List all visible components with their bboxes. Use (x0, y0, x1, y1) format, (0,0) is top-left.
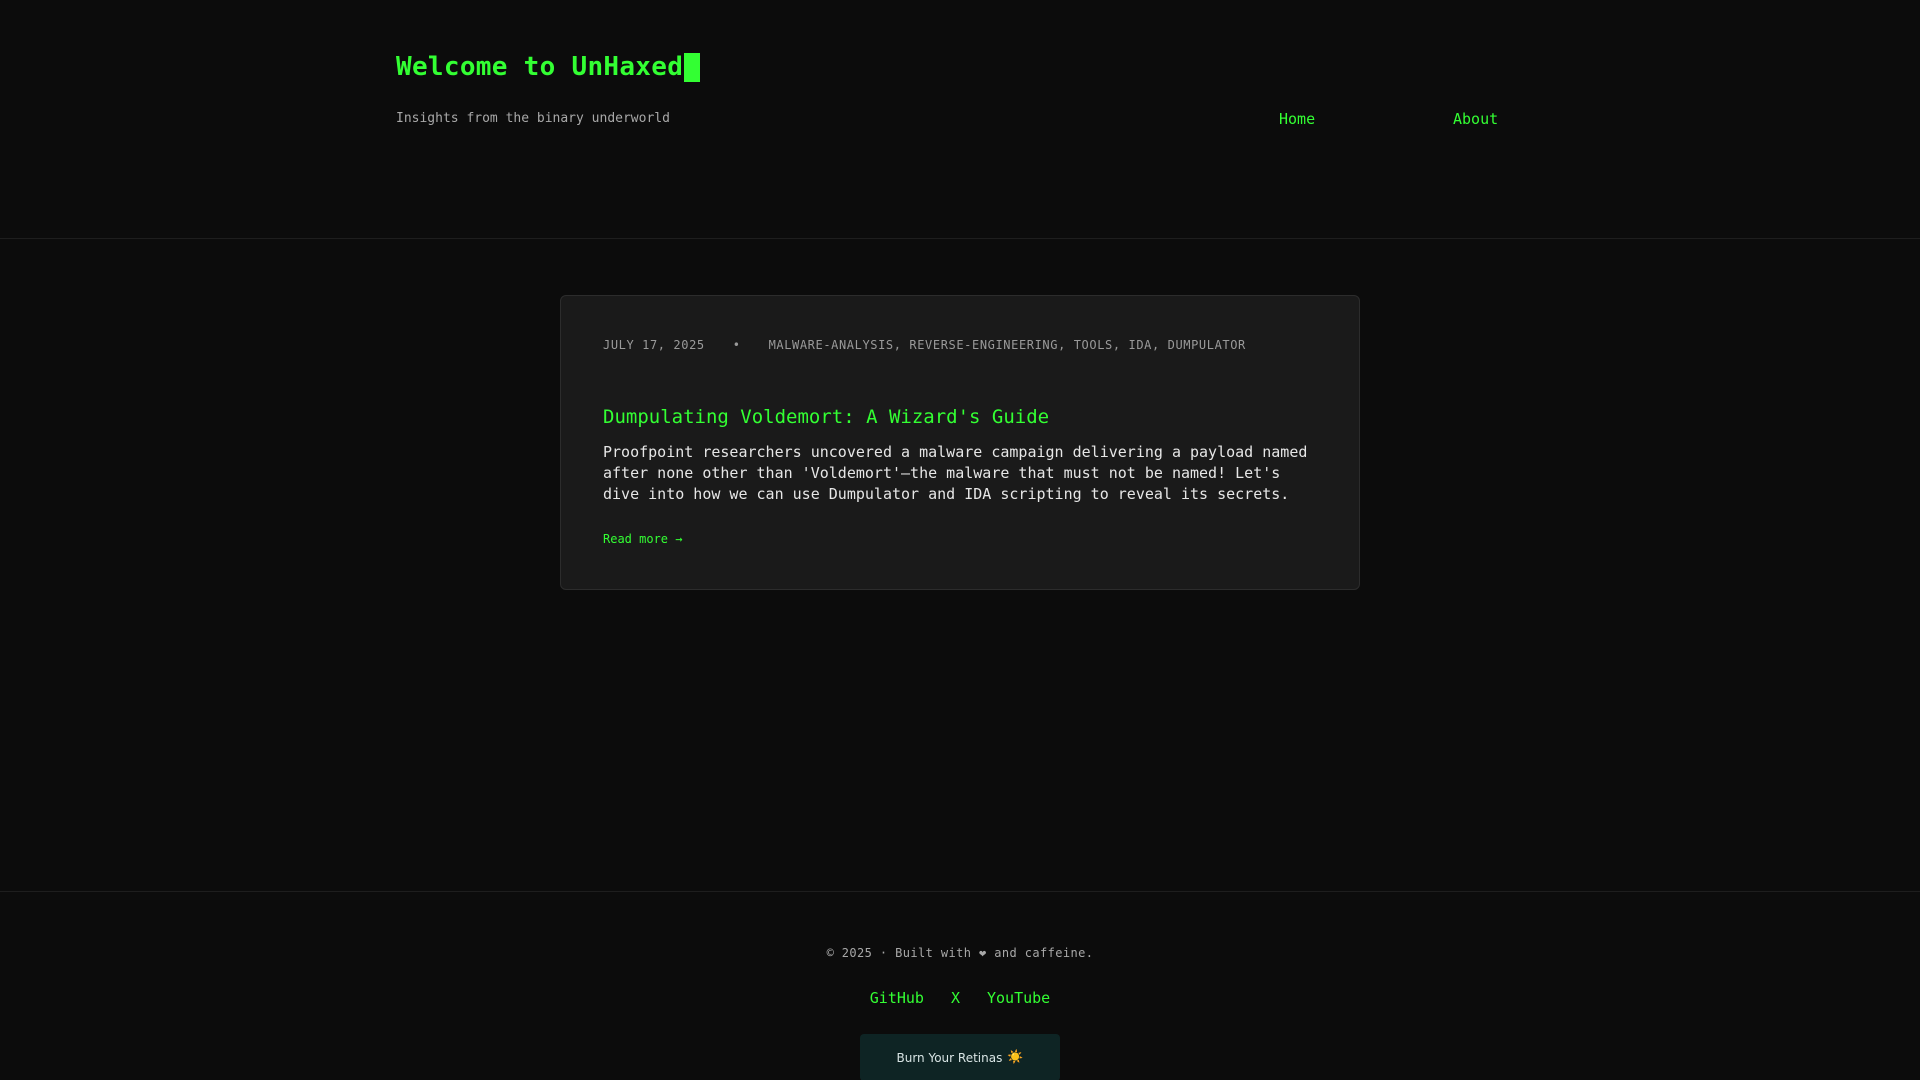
meta-separator: • (732, 338, 741, 352)
post-excerpt: Proofpoint researchers uncovered a malwa… (603, 443, 1308, 503)
cursor-block (684, 52, 701, 82)
site-header: Welcome to UnHaxed Insights from the bin… (0, 0, 1920, 239)
post-title-link[interactable]: Dumpulating Voldemort: A Wizard's Guide (603, 406, 1049, 428)
github-link[interactable]: GitHub (870, 989, 924, 1007)
x-link[interactable]: X (951, 989, 960, 1007)
social-links: GitHub X YouTube (0, 989, 1920, 1007)
site-tagline: Insights from the binary underworld (396, 111, 670, 126)
sun-icon: ☀️ (1007, 1050, 1024, 1065)
post-card: JULY 17, 2025 • MALWARE-ANALYSIS, REVERS… (560, 295, 1360, 590)
site-title-text[interactable]: Welcome to UnHaxed (396, 52, 683, 82)
youtube-link[interactable]: YouTube (987, 989, 1050, 1007)
nav-home-link[interactable]: Home (1279, 110, 1315, 128)
copyright-text: © 2025 · Built with ❤ and caffeine. (826, 946, 1094, 960)
nav-about-link[interactable]: About (1453, 110, 1498, 128)
site-footer: © 2025 · Built with ❤ and caffeine. GitH… (0, 891, 1920, 1080)
post-date: JULY 17, 2025 (603, 338, 705, 352)
post-meta: JULY 17, 2025 • MALWARE-ANALYSIS, REVERS… (603, 338, 1246, 352)
theme-toggle-label: Burn Your Retinas (896, 1050, 1003, 1065)
read-more-link[interactable]: Read more → (603, 532, 682, 546)
theme-toggle-button[interactable]: Burn Your Retinas ☀️ (860, 1034, 1060, 1080)
post-tags: MALWARE-ANALYSIS, REVERSE-ENGINEERING, T… (768, 338, 1246, 352)
site-title[interactable]: Welcome to UnHaxed (396, 52, 701, 82)
